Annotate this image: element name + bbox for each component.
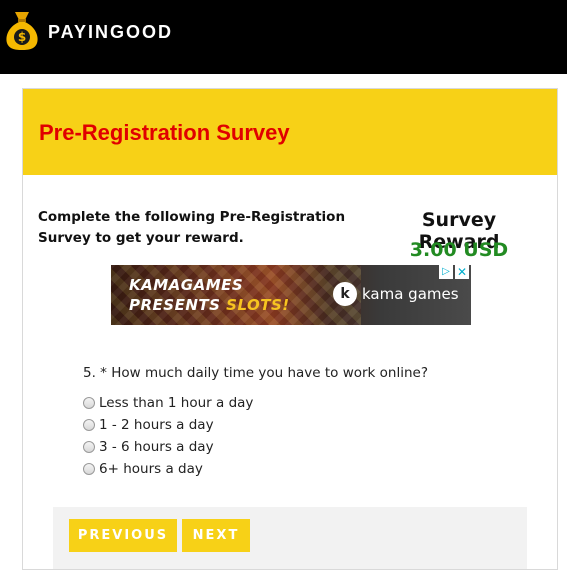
kama-games-logo-icon: k xyxy=(333,282,357,306)
ad-headline-2-prefix: PRESENTS xyxy=(129,296,227,314)
ad-banner[interactable]: KAMAGAMES PRESENTS SLOTS! k kama games ▷… xyxy=(111,265,471,325)
adchoices-icon[interactable]: ▷ xyxy=(439,265,453,279)
radio-button[interactable] xyxy=(83,441,95,453)
option-1-2-hours[interactable]: 1 - 2 hours a day xyxy=(83,414,253,436)
survey-intro: Complete the following Pre-Registration … xyxy=(38,209,346,246)
survey-card: Pre-Registration Survey Complete the fol… xyxy=(22,88,558,570)
question-text: 5. * How much daily time you have to wor… xyxy=(83,365,429,381)
ad-headline-2-highlight: SLOTS! xyxy=(226,296,290,314)
radio-button[interactable] xyxy=(83,419,95,431)
card-header: Pre-Registration Survey xyxy=(23,89,557,175)
option-3-6-hours[interactable]: 3 - 6 hours a day xyxy=(83,436,253,458)
option-label: 6+ hours a day xyxy=(99,461,203,477)
brand-name[interactable]: PAYINGOOD xyxy=(48,22,173,43)
option-label: Less than 1 hour a day xyxy=(99,395,254,411)
reward-value: 3.00 USD xyxy=(409,239,509,261)
money-bag-icon[interactable]: $ xyxy=(4,9,40,51)
close-icon[interactable]: ✕ xyxy=(455,265,469,279)
radio-button[interactable] xyxy=(83,463,95,475)
ad-headline-2: PRESENTS SLOTS! xyxy=(129,296,290,314)
top-bar: $ PAYINGOOD xyxy=(0,0,567,74)
option-less-than-1-hour[interactable]: Less than 1 hour a day xyxy=(83,392,253,414)
ad-brand-name: kama games xyxy=(362,285,459,303)
answer-options: Less than 1 hour a day 1 - 2 hours a day… xyxy=(83,392,253,480)
svg-text:$: $ xyxy=(18,30,26,44)
ad-slots-image xyxy=(111,265,361,325)
ad-headline-1: KAMAGAMES xyxy=(129,276,244,294)
option-label: 1 - 2 hours a day xyxy=(99,417,214,433)
survey-navigation: PREVIOUS NEXT xyxy=(53,507,527,569)
next-button[interactable]: NEXT xyxy=(182,519,250,552)
radio-button[interactable] xyxy=(83,397,95,409)
previous-button[interactable]: PREVIOUS xyxy=(69,519,177,552)
option-label: 3 - 6 hours a day xyxy=(99,439,214,455)
option-6-plus-hours[interactable]: 6+ hours a day xyxy=(83,458,253,480)
page-title: Pre-Registration Survey xyxy=(39,120,290,145)
